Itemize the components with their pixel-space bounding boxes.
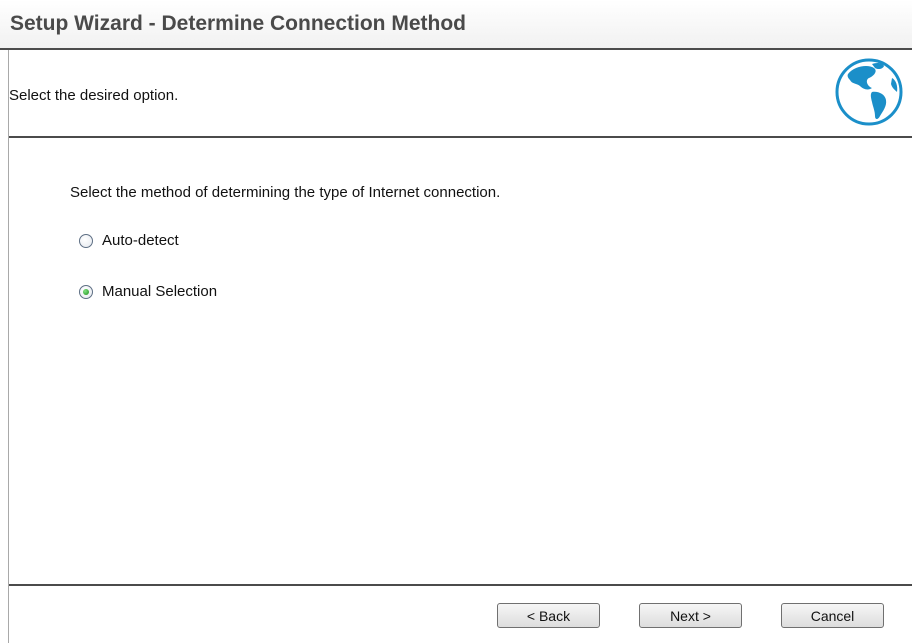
instruction-text: Select the desired option. xyxy=(9,87,179,104)
page-title: Setup Wizard - Determine Connection Meth… xyxy=(10,12,466,35)
auto-detect-option[interactable]: Auto-detect xyxy=(79,232,179,249)
back-button[interactable]: < Back xyxy=(497,603,600,628)
instruction-header: Select the desired option. xyxy=(9,50,912,138)
content-panel: Select the method of determining the typ… xyxy=(9,138,912,584)
title-bar: Setup Wizard - Determine Connection Meth… xyxy=(0,0,912,50)
auto-detect-radio[interactable] xyxy=(79,233,93,248)
cancel-button[interactable]: Cancel xyxy=(781,603,884,628)
prompt-text: Select the method of determining the typ… xyxy=(70,184,501,201)
manual-selection-radio[interactable] xyxy=(79,284,93,299)
setup-wizard-window: Setup Wizard - Determine Connection Meth… xyxy=(0,0,912,643)
manual-selection-option[interactable]: Manual Selection xyxy=(79,283,217,300)
manual-selection-label[interactable]: Manual Selection xyxy=(102,283,217,300)
auto-detect-label[interactable]: Auto-detect xyxy=(102,232,179,249)
next-button[interactable]: Next > xyxy=(639,603,742,628)
globe-icon xyxy=(835,58,903,126)
button-bar: < Back Next > Cancel xyxy=(9,584,912,643)
